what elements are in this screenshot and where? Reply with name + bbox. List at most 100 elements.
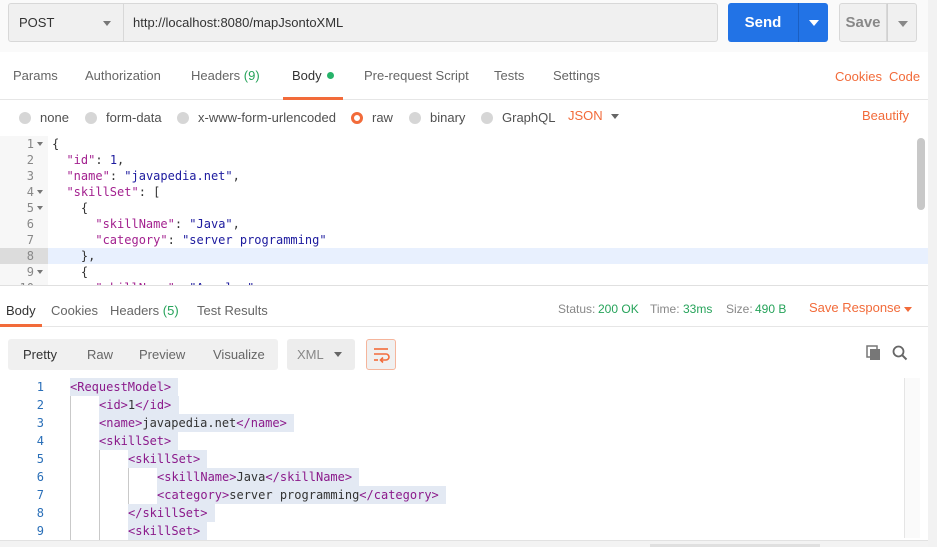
url-input[interactable]: http://localhost:8080/mapJsontoXML [124,3,718,42]
code-text: "category": "server programming" [95,233,327,247]
editor-scrollbar[interactable] [917,138,925,210]
tab-settings[interactable]: Settings [553,68,600,83]
tab-headers[interactable]: Headers (9) [191,68,260,83]
code-line: 2 "id": 1, [0,152,928,168]
response-format-label: XML [297,347,324,362]
search-icon [892,345,908,361]
response-format-select[interactable]: XML [287,339,355,370]
chevron-down-icon [103,21,111,26]
send-label: Send [744,14,782,31]
body-format-select[interactable]: JSON [568,108,603,123]
cookies-link[interactable]: Cookies [835,69,882,84]
line-number: 9 [36,524,44,538]
indent-guide [70,486,71,504]
url-value: http://localhost:8080/mapJsontoXML [133,15,344,30]
code-line: 6 "skillName": "Java", [0,216,928,232]
line-number: 7 [26,233,34,247]
line-number: 6 [26,217,34,231]
body-type-selector: none form-data x-www-form-urlencoded raw… [0,100,937,136]
method-select[interactable]: POST [8,3,124,42]
indent-guide [99,486,100,504]
time-value[interactable]: 33ms [683,302,712,316]
radio-urlencoded[interactable]: x-www-form-urlencoded [177,110,336,125]
response-line: 3 <name>javapedia.net</name> [0,414,904,432]
code-line: 1{ [0,136,928,152]
code-line: 4 "skillSet": [ [0,184,928,200]
size-value[interactable]: 490 B [755,302,786,316]
code-text: "skillName": "Angular", [52,280,261,285]
response-line: 9 <skillSet> [0,522,904,540]
xml-text: </skillSet> [128,504,215,522]
line-number: 4 [36,434,44,448]
line-number: 7 [36,488,44,502]
response-tabs: Body Cookies Headers (5) Test Results St… [0,287,937,327]
radio-circle-icon [19,111,31,124]
radio-none[interactable]: none [19,110,69,125]
indent-guide [70,396,71,414]
chevron-down-icon[interactable] [904,307,912,312]
indent-guide [70,432,71,450]
indent-guide [70,504,71,522]
xml-text: <id>1</id> [99,396,179,414]
window-scrollbar[interactable] [928,0,937,547]
view-visualize[interactable]: Visualize [213,347,265,362]
save-button[interactable]: Save [839,3,887,42]
radio-form-data[interactable]: form-data [85,110,162,125]
line-number: 6 [36,470,44,484]
line-number: 1 [36,380,44,394]
radio-raw[interactable]: raw [351,110,393,125]
status-value[interactable]: 200 OK [598,302,639,316]
tab-body[interactable]: Body [292,68,334,83]
indent-guide [99,450,100,468]
xml-text: <skillName>Java</skillName> [157,468,360,486]
tab-authorization[interactable]: Authorization [85,68,161,83]
radio-circle-icon [85,111,97,124]
tab-params[interactable]: Params [13,68,58,83]
indent-guide [99,504,100,522]
tab-response-headers[interactable]: Headers (5) [110,303,179,318]
fold-caret-icon[interactable] [37,206,43,210]
line-number: 3 [26,169,34,183]
indent-guide [99,522,100,540]
copy-button[interactable] [865,344,883,362]
tab-test-results[interactable]: Test Results [197,303,268,318]
chevron-down-icon [809,20,819,26]
response-line: 1 <RequestModel> [0,378,904,396]
wrap-lines-button[interactable] [366,339,396,370]
save-response-button[interactable]: Save Response [809,300,901,315]
fold-caret-icon[interactable] [37,270,43,274]
save-options-button[interactable] [887,3,917,42]
response-scrollbar[interactable] [904,378,920,538]
response-line: 2 <id>1</id> [0,396,904,414]
tab-pre-request-script[interactable]: Pre-request Script [364,68,469,83]
view-raw[interactable]: Raw [87,347,113,362]
size-label: Size: [726,302,753,316]
send-options-button[interactable] [798,3,828,42]
fold-caret-icon[interactable] [37,142,43,146]
code-text: "skillSet": [ [66,185,161,199]
code-text: "skillName": "Java", [95,217,240,231]
response-body-viewer[interactable]: 1 <RequestModel> 2 <id>1</id> 3 <name>javap… [0,378,904,540]
search-button[interactable] [891,344,909,362]
xml-text: <skillSet> [128,522,208,540]
tab-response-cookies[interactable]: Cookies [51,303,98,318]
request-tabs: Params Authorization Headers (9) Body Pr… [0,52,937,100]
radio-graphql[interactable]: GraphQL [481,110,555,125]
view-pretty[interactable]: Pretty [23,347,57,362]
tab-response-body[interactable]: Body [6,303,36,318]
radio-binary[interactable]: binary [409,110,465,125]
xml-text: <name>javapedia.net</name> [99,414,295,432]
tab-headers-count: (9) [243,68,260,83]
radio-selected-icon [351,111,363,124]
beautify-link[interactable]: Beautify [862,108,909,123]
request-body-editor[interactable]: 1{2 "id": 1, 3 "name": "javapedia.net", 4 … [0,136,928,286]
radio-urlencoded-label: x-www-form-urlencoded [198,110,336,125]
tab-tests[interactable]: Tests [494,68,524,83]
fold-caret-icon[interactable] [37,190,43,194]
chevron-down-icon[interactable] [611,114,619,119]
view-preview[interactable]: Preview [139,347,185,362]
response-line: 8 </skillSet> [0,504,904,522]
indent-guide [70,414,71,432]
code-link[interactable]: Code [889,69,920,84]
send-button[interactable]: Send [728,3,798,42]
